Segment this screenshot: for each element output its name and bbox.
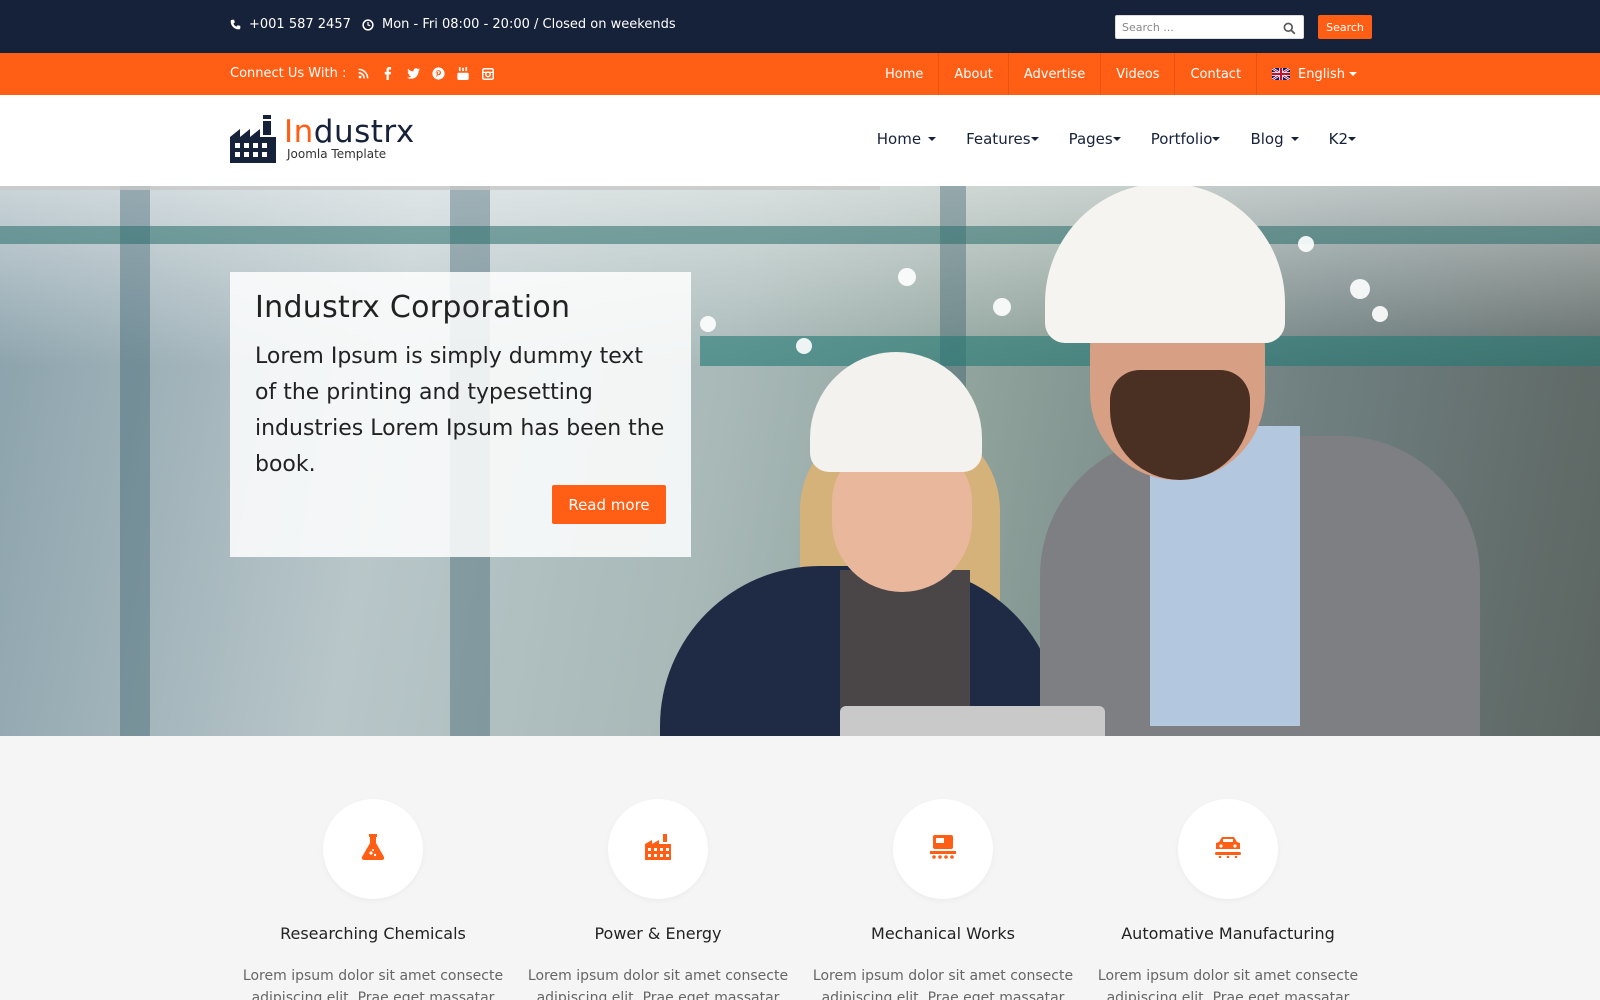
chemical-flask-icon — [361, 834, 385, 864]
phone-number: +001 587 2457 — [249, 17, 351, 32]
search-button[interactable]: Search — [1318, 15, 1372, 39]
search-icon[interactable] — [1283, 20, 1296, 39]
language-label: English — [1298, 66, 1345, 82]
nav-portfolio-label: Portfolio — [1150, 130, 1213, 148]
chevron-down-icon — [1112, 137, 1121, 141]
service-text: Lorem ipsum dolor sit amet consecte adip… — [812, 968, 1074, 1000]
chevron-down-icon — [1290, 137, 1299, 141]
topnav-home[interactable]: Home — [870, 53, 938, 95]
service-text: Lorem ipsum dolor sit amet consecte adip… — [242, 968, 504, 1000]
services-section: Researching Chemicals Lorem ipsum dolor … — [0, 736, 1600, 1000]
factory-icon — [645, 834, 671, 864]
service-title: Researching Chemicals — [280, 924, 466, 943]
hero-background-light — [700, 316, 716, 332]
service-card: Power & Energy Lorem ipsum dolor sit ame… — [518, 799, 798, 1000]
twitter-icon[interactable] — [406, 67, 420, 81]
logo-rest: dustrx — [313, 114, 415, 150]
chevron-down-icon — [1348, 137, 1356, 141]
chevron-down-icon — [1030, 137, 1039, 141]
nav-pages[interactable]: Pages — [1069, 130, 1121, 148]
nav-home-label: Home — [876, 130, 922, 148]
nav-k2[interactable]: K2 — [1329, 130, 1356, 148]
opening-hours: Mon - Fri 08:00 - 20:00 / Closed on week… — [382, 17, 676, 32]
social-nav-bar: Connect Us With : Home About Advertise V… — [0, 53, 1600, 95]
nav-features-label: Features — [966, 130, 1031, 148]
phone-icon — [230, 19, 241, 30]
machine-icon — [930, 835, 956, 863]
pinterest-icon[interactable] — [431, 67, 445, 81]
hero-title: Industrx Corporation — [255, 290, 571, 325]
nav-pages-label: Pages — [1068, 130, 1113, 148]
service-text: Lorem ipsum dolor sit amet consecte adip… — [527, 968, 789, 1000]
nav-portfolio[interactable]: Portfolio — [1151, 130, 1221, 148]
service-icon-circle[interactable] — [893, 799, 993, 899]
car-conveyor-icon — [1215, 836, 1241, 862]
hero-background-light — [993, 298, 1011, 316]
nav-features[interactable]: Features — [966, 130, 1039, 148]
service-title: Mechanical Works — [871, 924, 1015, 943]
clock-icon — [362, 18, 374, 31]
logo-title: Industrx — [284, 115, 415, 149]
logo-accent: In — [284, 114, 314, 150]
nav-blog[interactable]: Blog — [1250, 130, 1299, 148]
top-navigation: Home About Advertise Videos Contact Engl… — [870, 53, 1372, 95]
hero-photo-tablet — [840, 706, 1105, 736]
youtube-icon[interactable] — [456, 67, 470, 81]
connect-label: Connect Us With : — [230, 66, 347, 81]
service-icon-circle[interactable] — [323, 799, 423, 899]
search-box — [1115, 15, 1304, 39]
search-input[interactable] — [1116, 16, 1276, 39]
social-links — [356, 67, 495, 81]
connect-section: Connect Us With : — [230, 66, 495, 81]
phone-info[interactable]: +001 587 2457 — [230, 17, 351, 32]
chevron-down-icon — [1349, 72, 1357, 76]
hero-text: Lorem Ipsum is simply dummy text of the … — [255, 344, 665, 477]
topnav-contact[interactable]: Contact — [1174, 53, 1256, 95]
service-card: Automative Manufacturing Lorem ipsum dol… — [1088, 799, 1368, 1000]
rss-icon[interactable] — [356, 67, 370, 81]
service-icon-circle[interactable] — [1178, 799, 1278, 899]
hero-background-beam — [0, 226, 1600, 244]
language-selector[interactable]: English — [1256, 53, 1372, 95]
service-card: Researching Chemicals Lorem ipsum dolor … — [233, 799, 513, 1000]
topnav-about[interactable]: About — [938, 53, 1007, 95]
service-title: Automative Manufacturing — [1121, 924, 1335, 943]
hero-background-light — [898, 268, 916, 286]
nav-k2-label: K2 — [1328, 130, 1348, 148]
hero-caption-card: Industrx Corporation Lorem Ipsum is simp… — [230, 272, 691, 557]
hero-background-light — [1372, 306, 1388, 322]
hero-background-pillar — [120, 186, 150, 736]
hero-background-light — [1350, 279, 1370, 299]
hours-info: Mon - Fri 08:00 - 20:00 / Closed on week… — [362, 17, 676, 32]
logo-text: Industrx Joomla Template — [284, 115, 415, 161]
service-text: Lorem ipsum dolor sit amet consecte adip… — [1097, 968, 1359, 1000]
facebook-icon[interactable] — [381, 67, 395, 81]
read-more-button[interactable]: Read more — [552, 485, 666, 524]
chevron-down-icon — [928, 137, 937, 141]
site-header: Industrx Joomla Template Home Features P… — [0, 95, 1600, 186]
service-card: Mechanical Works Lorem ipsum dolor sit a… — [803, 799, 1083, 1000]
service-title: Power & Energy — [594, 924, 722, 943]
nav-blog-label: Blog — [1250, 130, 1284, 148]
main-navigation: Home Features Pages Portfolio Blog K2 — [877, 130, 1356, 148]
hero-background-light — [1298, 236, 1314, 252]
chevron-down-icon — [1212, 137, 1221, 141]
nav-home[interactable]: Home — [876, 130, 937, 148]
slider-progress-bar — [0, 186, 880, 190]
topnav-advertise[interactable]: Advertise — [1007, 53, 1100, 95]
instagram-icon[interactable] — [481, 67, 495, 81]
topnav-videos[interactable]: Videos — [1100, 53, 1174, 95]
top-info-bar: +001 587 2457 Mon - Fri 08:00 - 20:00 / … — [0, 0, 1600, 53]
service-icon-circle[interactable] — [608, 799, 708, 899]
site-logo[interactable]: Industrx Joomla Template — [230, 115, 415, 167]
hero-background-light — [796, 338, 812, 354]
uk-flag-icon — [1272, 68, 1291, 80]
factory-logo-icon — [230, 115, 276, 167]
